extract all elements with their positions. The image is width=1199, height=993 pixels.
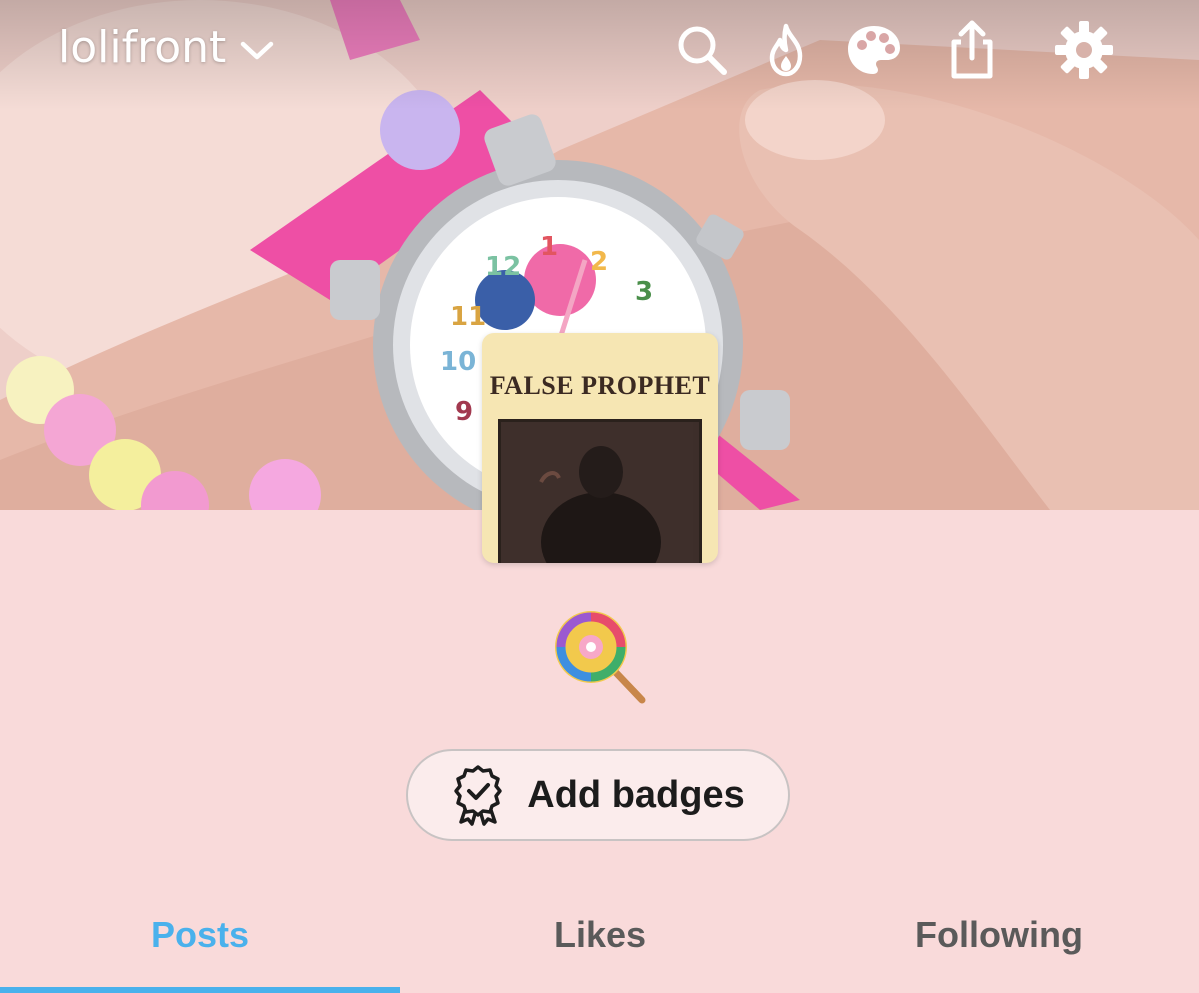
search-button[interactable] — [670, 18, 734, 82]
tab-following[interactable]: Following — [799, 897, 1199, 993]
activity-button[interactable] — [754, 18, 818, 82]
chevron-down-icon — [240, 22, 274, 73]
share-icon — [951, 20, 993, 79]
svg-text:12: 12 — [485, 252, 521, 282]
blog-switcher[interactable]: lolifront — [58, 22, 274, 73]
avatar-photo — [498, 419, 702, 563]
tab-following-label: Following — [915, 914, 1083, 955]
blog-avatar[interactable]: FALSE PROPHET — [482, 333, 718, 563]
add-badges-button[interactable]: Add badges — [406, 749, 790, 841]
tab-likes-label: Likes — [553, 914, 647, 955]
svg-text:10: 10 — [440, 347, 476, 377]
tab-posts-label: Posts — [150, 914, 250, 955]
badge-icon — [454, 765, 503, 826]
avatar-caption: FALSE PROPHET — [489, 371, 711, 400]
svg-text:1: 1 — [540, 232, 558, 262]
svg-text:2: 2 — [590, 247, 608, 277]
tab-posts[interactable]: Posts — [0, 897, 400, 993]
svg-text:11: 11 — [450, 302, 486, 332]
blog-name: lolifront — [58, 22, 227, 73]
lollipop-icon — [549, 605, 654, 710]
tab-likes[interactable]: Likes — [400, 897, 800, 993]
svg-text:9: 9 — [455, 397, 473, 427]
activity-flame-icon — [769, 23, 803, 77]
active-tab-indicator — [0, 987, 400, 993]
share-button[interactable] — [940, 18, 1004, 82]
profile-tabs: Posts Likes Following — [0, 897, 1199, 993]
settings-button[interactable] — [1052, 18, 1116, 82]
add-badges-label: Add badges — [527, 773, 745, 816]
search-icon — [678, 26, 727, 75]
palette-icon — [848, 26, 900, 74]
palette-button[interactable] — [842, 18, 906, 82]
top-bar: lolifront — [0, 0, 1199, 100]
svg-text:3: 3 — [635, 277, 653, 307]
settings-gear-icon — [1055, 21, 1113, 79]
